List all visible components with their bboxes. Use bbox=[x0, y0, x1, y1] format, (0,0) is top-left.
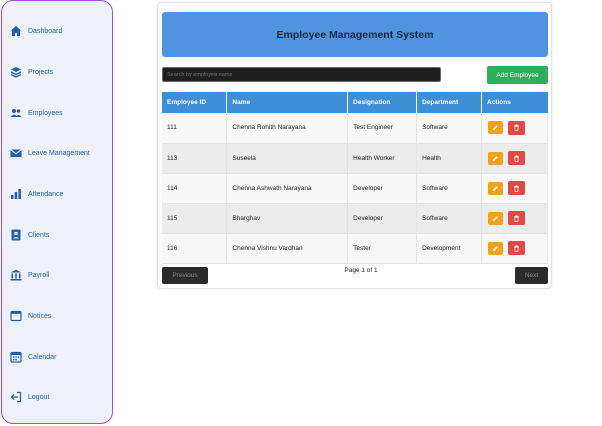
calendar-icon bbox=[10, 351, 22, 363]
cell-name: Chenna Ashwath Narayana bbox=[226, 173, 349, 204]
page-indicator: Page 1 of 1 bbox=[344, 267, 378, 274]
cell-name: Suseela bbox=[226, 143, 349, 174]
sidebar-item-label: Payroll bbox=[28, 271, 50, 279]
bank-icon bbox=[10, 269, 22, 281]
cell-employee-id: 114 bbox=[162, 173, 228, 204]
column-header-employee-id: Employee ID bbox=[162, 92, 228, 113]
cell-department: Health bbox=[416, 143, 483, 174]
pencil-icon bbox=[492, 215, 498, 221]
sidebar-item-label: Dashboard bbox=[28, 27, 63, 35]
column-header-actions: Actions bbox=[481, 92, 548, 113]
sidebar-item-label: Clients bbox=[28, 231, 50, 239]
cell-department: Development bbox=[416, 233, 483, 264]
cell-name: Bharghav bbox=[226, 203, 349, 234]
home-icon bbox=[10, 25, 22, 37]
sidebar-item-dashboard[interactable]: Dashboard bbox=[10, 25, 62, 37]
sidebar-item-label: Employees bbox=[28, 109, 63, 117]
trash-icon bbox=[514, 124, 519, 132]
cell-actions bbox=[481, 203, 548, 234]
edit-button[interactable] bbox=[488, 241, 504, 255]
pencil-icon bbox=[492, 245, 498, 251]
cell-employee-id: 116 bbox=[162, 233, 228, 264]
edit-button[interactable] bbox=[488, 181, 504, 195]
cell-name: Chenna Vishnu Vardhan bbox=[226, 233, 349, 264]
trash-icon bbox=[514, 214, 519, 222]
cell-designation: Developer bbox=[347, 203, 418, 234]
sidebar-item-projects[interactable]: Projects bbox=[10, 66, 53, 78]
cell-employee-id: 111 bbox=[162, 113, 228, 144]
cell-actions bbox=[481, 173, 548, 204]
layers-icon bbox=[10, 66, 22, 78]
sidebar-item-label: Logout bbox=[28, 393, 50, 401]
window-icon bbox=[10, 310, 22, 322]
cell-actions bbox=[481, 143, 548, 174]
sidebar-item-label: Projects bbox=[28, 68, 54, 76]
cell-designation: Tester bbox=[347, 233, 418, 264]
cell-designation: Developer bbox=[347, 173, 418, 204]
search-input[interactable] bbox=[162, 67, 441, 82]
trash-icon bbox=[514, 244, 519, 252]
table-row: 115 Bharghav Developer Software bbox=[162, 203, 548, 234]
cell-actions bbox=[481, 113, 548, 144]
pencil-icon bbox=[492, 185, 498, 191]
cell-department: Software bbox=[416, 173, 483, 204]
pencil-icon bbox=[492, 125, 498, 131]
sidebar-item-notices[interactable]: Notices bbox=[10, 310, 51, 322]
cell-employee-id: 113 bbox=[162, 143, 228, 174]
delete-button[interactable] bbox=[508, 241, 526, 255]
sidebar-item-calendar[interactable]: Calendar bbox=[10, 351, 56, 363]
trash-icon bbox=[514, 154, 519, 162]
delete-button[interactable] bbox=[508, 120, 526, 135]
pencil-icon bbox=[492, 155, 498, 161]
table-row: 111 Chenna Rohith Narayana Test Engineer… bbox=[162, 113, 548, 144]
sidebar-item-payroll[interactable]: Payroll bbox=[10, 269, 49, 281]
main-panel: Employee Management System Add Employee … bbox=[157, 2, 552, 289]
bar-chart-icon bbox=[10, 188, 22, 200]
table-header-row: Employee ID Name Designation Department … bbox=[162, 92, 548, 113]
cell-actions bbox=[481, 233, 548, 264]
employee-table: Employee ID Name Designation Department … bbox=[162, 92, 548, 264]
next-button[interactable]: Next bbox=[515, 267, 548, 284]
add-employee-button[interactable]: Add Employee bbox=[487, 66, 548, 84]
trash-icon bbox=[514, 184, 519, 192]
column-header-name: Name bbox=[226, 92, 349, 113]
edit-button[interactable] bbox=[488, 121, 504, 135]
table-row: 116 Chenna Vishnu Vardhan Tester Develop… bbox=[162, 233, 548, 264]
sidebar-item-label: Attendance bbox=[28, 190, 64, 198]
sidebar-item-employees[interactable]: Employees bbox=[10, 107, 63, 119]
table-row: 113 Suseela Health Worker Health bbox=[162, 143, 548, 174]
table-row: 114 Chenna Ashwath Narayana Developer So… bbox=[162, 173, 548, 204]
sidebar-item-label: Leave Management bbox=[28, 149, 90, 157]
page-title: Employee Management System bbox=[162, 12, 548, 57]
edit-button[interactable] bbox=[488, 151, 504, 165]
sidebar-item-leave-management[interactable]: Leave Management bbox=[10, 147, 90, 159]
envelope-icon bbox=[10, 147, 22, 159]
cell-employee-id: 115 bbox=[162, 203, 228, 234]
cell-designation: Test Engineer bbox=[347, 113, 418, 144]
column-header-department: Department bbox=[416, 92, 483, 113]
cell-department: Software bbox=[416, 113, 483, 144]
edit-button[interactable] bbox=[488, 211, 504, 225]
cell-department: Software bbox=[416, 203, 483, 234]
delete-button[interactable] bbox=[508, 211, 526, 225]
delete-button[interactable] bbox=[508, 151, 526, 165]
column-header-designation: Designation bbox=[347, 92, 418, 113]
users-icon bbox=[10, 107, 22, 119]
sidebar-item-label: Notices bbox=[28, 312, 52, 320]
delete-button[interactable] bbox=[508, 181, 526, 195]
previous-button[interactable]: Previous bbox=[162, 267, 208, 284]
cell-designation: Health Worker bbox=[347, 143, 418, 174]
sidebar-item-label: Calendar bbox=[28, 353, 57, 361]
sidebar-item-attendance[interactable]: Attendance bbox=[10, 188, 63, 200]
sidebar-item-logout[interactable]: Logout bbox=[10, 391, 49, 403]
sidebar-item-clients[interactable]: Clients bbox=[10, 229, 49, 241]
cell-name: Chenna Rohith Narayana bbox=[226, 113, 349, 144]
id-card-icon bbox=[10, 229, 22, 241]
sidebar: Dashboard Projects Employees Leave Manag… bbox=[1, 0, 113, 424]
logout-icon bbox=[10, 391, 22, 403]
